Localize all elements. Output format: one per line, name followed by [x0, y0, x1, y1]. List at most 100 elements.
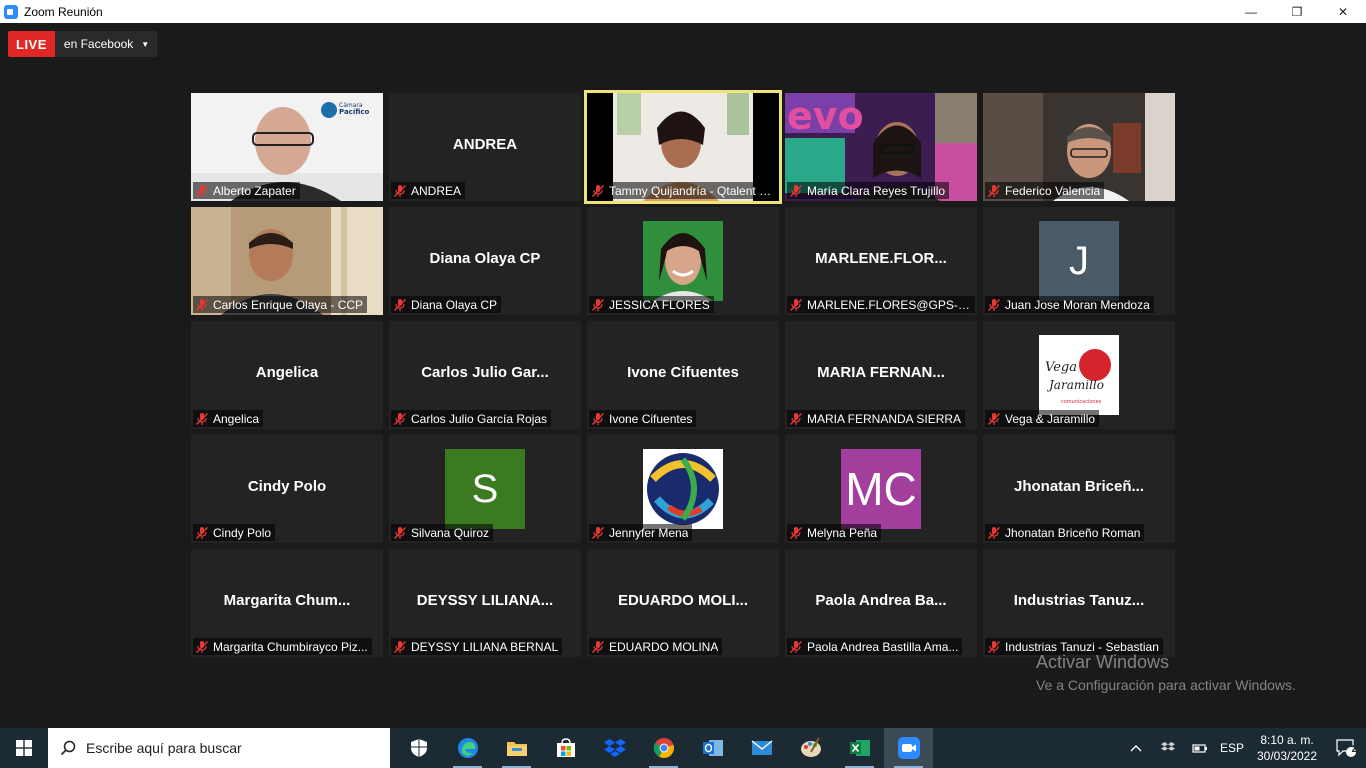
- mic-muted-icon: [195, 184, 209, 198]
- participant-tile[interactable]: evo María Clara Reyes Trujillo: [785, 93, 977, 201]
- participant-tile[interactable]: MARIA FERNAN... MARIA FERNANDA SIERRA: [785, 321, 977, 429]
- participant-tile[interactable]: Tammy Quijandría - Qtalent G...: [584, 90, 782, 204]
- svg-text:Jaramillo: Jaramillo: [1046, 378, 1104, 392]
- restore-button[interactable]: ❐: [1274, 0, 1320, 23]
- participant-tile[interactable]: Carlos Enrique Olaya - CCP: [191, 207, 383, 315]
- live-stream-indicator[interactable]: LIVE en Facebook ▼: [8, 31, 158, 57]
- participant-name: Juan Jose Moran Mendoza: [1005, 297, 1150, 312]
- participant-name-label: Silvana Quiroz: [391, 524, 494, 541]
- participant-display-name: Margarita Chum...: [223, 592, 351, 609]
- mic-muted-icon: [789, 640, 803, 654]
- zoom-icon[interactable]: [884, 728, 933, 768]
- participant-name-label: Carlos Enrique Olaya - CCP: [193, 296, 368, 313]
- participant-tile[interactable]: Paola Andrea Ba... Paola Andrea Bastilla …: [785, 549, 977, 657]
- outlook-icon[interactable]: [688, 728, 737, 768]
- participant-tile[interactable]: Vega Jaramillo comunicaciones Vega & Jarami…: [983, 321, 1175, 429]
- participant-tile[interactable]: Federico Valencia: [983, 93, 1175, 201]
- dropbox-icon[interactable]: [590, 728, 639, 768]
- participant-tile[interactable]: JESSICA FLORES: [587, 207, 779, 315]
- battery-network-icon[interactable]: [1184, 728, 1216, 768]
- minimize-button[interactable]: —: [1228, 0, 1274, 23]
- participant-tile[interactable]: Industrias Tanuz... Industrias Tanuzi - S…: [983, 549, 1175, 657]
- participant-tile[interactable]: Ivone Cifuentes Ivone Cifuentes: [587, 321, 779, 429]
- start-button[interactable]: [0, 728, 48, 768]
- participant-display-name: EDUARDO MOLI...: [618, 592, 748, 609]
- file-explorer-icon[interactable]: [492, 728, 541, 768]
- participant-name: Paola Andrea Bastilla Ama...: [807, 639, 959, 654]
- participant-avatar: S: [445, 449, 525, 529]
- vega-jaramillo-logo: Vega Jaramillo comunicaciones: [1039, 335, 1119, 415]
- svg-text:Vega: Vega: [1045, 360, 1077, 375]
- jennyfer-mena-logo: [643, 449, 723, 529]
- participant-tile[interactable]: Carlos Julio Gar... Carlos Julio García R…: [389, 321, 581, 429]
- participant-name: MARIA FERNANDA SIERRA: [807, 411, 962, 426]
- participant-tile[interactable]: J Juan Jose Moran Mendoza: [983, 207, 1175, 315]
- participant-display-name: Jhonatan Briceñ...: [1013, 478, 1145, 495]
- mic-muted-icon: [195, 526, 209, 540]
- mic-muted-icon: [195, 298, 209, 312]
- participant-name-label: Margarita Chumbirayco Piz...: [193, 638, 372, 655]
- participant-name: Federico Valencia: [1005, 183, 1101, 198]
- participant-tile[interactable]: Margarita Chum... Margarita Chumbirayco P…: [191, 549, 383, 657]
- participant-name: María Clara Reyes Trujillo: [807, 183, 946, 198]
- participant-name-label: Melyna Peña: [787, 524, 882, 541]
- participant-display-name: MARLENE.FLOR...: [815, 250, 947, 267]
- mail-icon[interactable]: [737, 728, 786, 768]
- mic-muted-icon: [393, 640, 407, 654]
- participant-name: Tammy Quijandría - Qtalent G...: [609, 183, 773, 198]
- participant-name: EDUARDO MOLINA: [609, 639, 719, 654]
- participant-tile[interactable]: Angelica Angelica: [191, 321, 383, 429]
- participant-display-name: Industrias Tanuz...: [1013, 592, 1145, 609]
- participant-tile[interactable]: S Silvana Quiroz: [389, 435, 581, 543]
- participant-tile[interactable]: Cámara Pacífico Alberto Zapater: [191, 93, 383, 201]
- participant-name: Ivone Cifuentes: [609, 411, 693, 426]
- window-titlebar: Zoom Reunión — ❐ ✕: [0, 0, 1366, 23]
- chevron-down-icon: ▼: [141, 39, 150, 49]
- participant-name-label: Angelica: [193, 410, 264, 427]
- language-indicator[interactable]: ESP: [1216, 728, 1248, 768]
- close-button[interactable]: ✕: [1320, 0, 1366, 23]
- taskbar-search-box[interactable]: Escribe aquí para buscar: [48, 728, 390, 768]
- live-destination-dropdown[interactable]: en Facebook ▼: [54, 31, 158, 57]
- chrome-icon[interactable]: [639, 728, 688, 768]
- participant-name-label: Juan Jose Moran Mendoza: [985, 296, 1154, 313]
- participant-name: Cindy Polo: [213, 525, 272, 540]
- participant-name-label: Paola Andrea Bastilla Ama...: [787, 638, 963, 655]
- dropbox-tray-icon[interactable]: [1152, 728, 1184, 768]
- participant-tile[interactable]: MC Melyna Peña: [785, 435, 977, 543]
- shield-icon[interactable]: [394, 728, 443, 768]
- activation-watermark-title: Activar Windows: [1036, 652, 1170, 672]
- participant-tile[interactable]: Jhonatan Briceñ... Jhonatan Briceño Roman: [983, 435, 1175, 543]
- taskbar: Escribe aquí para buscar ESP 8:10 a. m. …: [0, 728, 1366, 768]
- participant-name: ANDREA: [411, 183, 462, 198]
- notification-count: 2: [1351, 744, 1357, 755]
- participant-name-label: María Clara Reyes Trujillo: [787, 182, 950, 199]
- clock-time: 8:10 a. m.: [1260, 733, 1314, 747]
- live-badge: LIVE: [8, 31, 55, 57]
- paint-icon[interactable]: [786, 728, 835, 768]
- participant-tile[interactable]: MARLENE.FLOR... MARLENE.FLORES@GPS-IN...: [785, 207, 977, 315]
- participant-tile[interactable]: Diana Olaya CP Diana Olaya CP: [389, 207, 581, 315]
- taskbar-pinned-apps: [394, 728, 933, 768]
- chevron-up-icon[interactable]: [1120, 728, 1152, 768]
- mic-muted-icon: [591, 526, 605, 540]
- mic-muted-icon: [987, 526, 1001, 540]
- store-icon[interactable]: [541, 728, 590, 768]
- participant-display-name: Paola Andrea Ba...: [815, 592, 947, 609]
- edge-icon[interactable]: [443, 728, 492, 768]
- system-tray: ESP 8:10 a. m. 30/03/2022 2: [1120, 728, 1366, 768]
- participant-display-name: Diana Olaya CP: [429, 250, 541, 267]
- participant-name: Silvana Quiroz: [411, 525, 490, 540]
- participant-tile[interactable]: DEYSSY LILIANA... DEYSSY LILIANA BERNAL: [389, 549, 581, 657]
- notifications-button[interactable]: 2: [1326, 728, 1366, 768]
- participant-display-name: DEYSSY LILIANA...: [416, 592, 554, 609]
- participant-tile[interactable]: Cindy Polo Cindy Polo: [191, 435, 383, 543]
- participant-tile[interactable]: ANDREA ANDREA: [389, 93, 581, 201]
- mic-muted-icon: [987, 184, 1001, 198]
- participant-name-label: Vega & Jaramillo: [985, 410, 1100, 427]
- participant-tile[interactable]: EDUARDO MOLI... EDUARDO MOLINA: [587, 549, 779, 657]
- participant-tile[interactable]: Jennyfer Mena: [587, 435, 779, 543]
- mic-muted-icon: [195, 640, 209, 654]
- taskbar-clock[interactable]: 8:10 a. m. 30/03/2022: [1248, 732, 1326, 764]
- excel-icon[interactable]: [835, 728, 884, 768]
